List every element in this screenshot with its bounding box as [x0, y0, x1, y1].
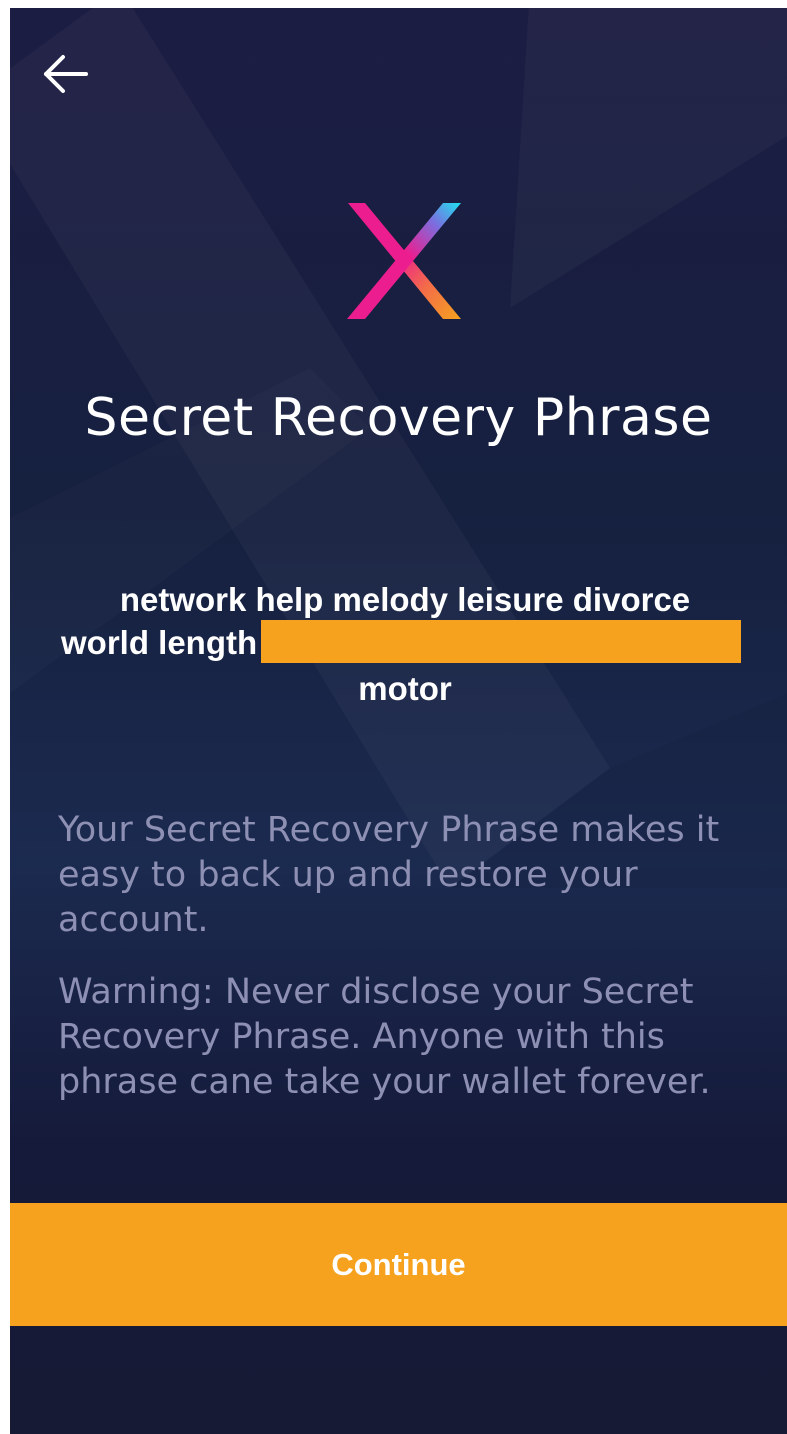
- warning-text: Warning: Never disclose your Secret Reco…: [58, 972, 711, 1102]
- page-title: Secret Recovery Phrase: [84, 388, 713, 448]
- back-button[interactable]: [38, 48, 94, 104]
- phrase-line-1: network help melody leisure divorce: [119, 581, 691, 618]
- redaction-bar: [261, 619, 742, 663]
- x-logo-icon: [347, 203, 461, 319]
- info-text: Your Secret Recovery Phrase makes it eas…: [58, 810, 720, 940]
- phrase-line-2-text: world length: [61, 624, 258, 661]
- continue-button[interactable]: Continue: [10, 1203, 787, 1326]
- arrow-left-icon: [44, 55, 88, 93]
- phrase-line-3: motor: [358, 669, 452, 707]
- recovery-phrase-text: network help melody leisure divorce worl…: [50, 578, 760, 710]
- recovery-phrase-screen: Secret Recovery Phrase network help melo…: [10, 8, 787, 1434]
- phrase-line-2: world length: [50, 619, 760, 667]
